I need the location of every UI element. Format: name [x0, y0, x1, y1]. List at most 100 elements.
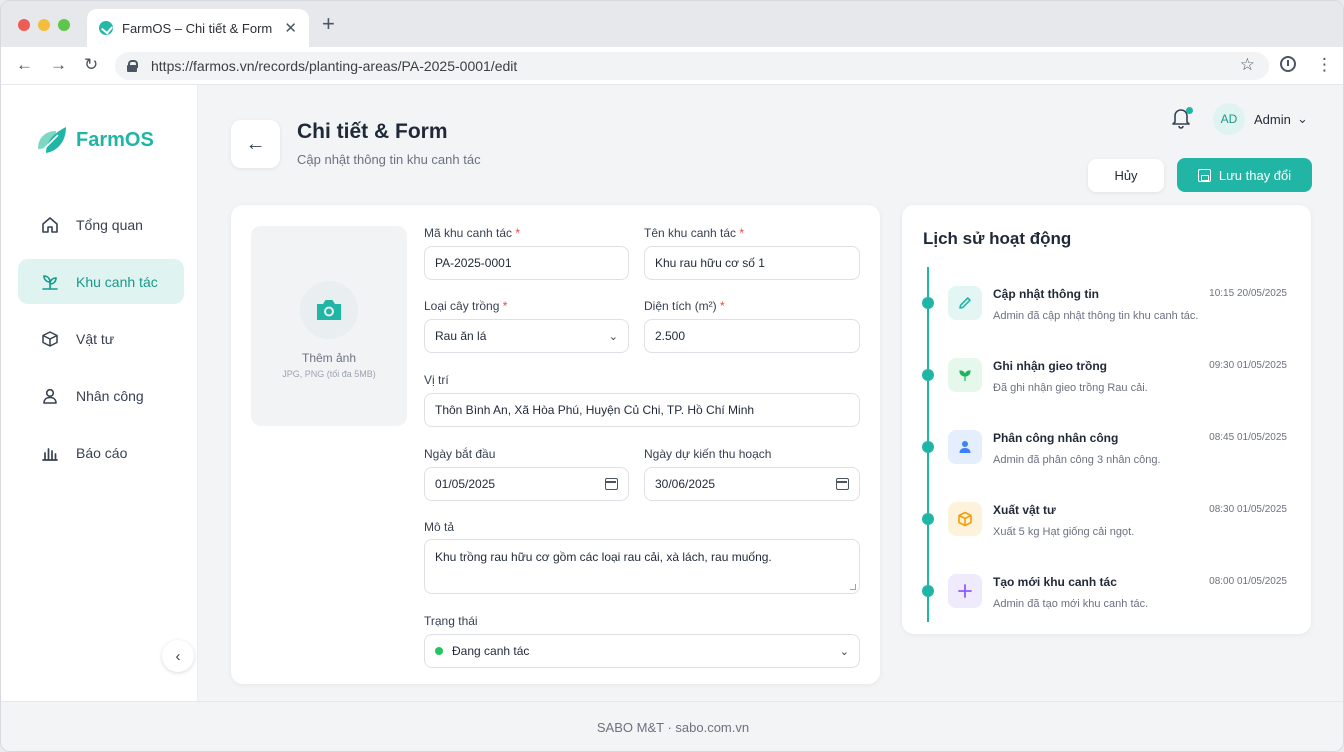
crop-label: Loại cây trồng * [424, 299, 507, 313]
save-button[interactable]: Lưu thay đổi [1177, 158, 1312, 192]
chevron-down-icon[interactable]: ⌄ [1297, 111, 1308, 127]
sidebar-item-supplies[interactable]: Vật tư [18, 316, 184, 361]
planting-area-form: Thêm ảnh JPG, PNG (tối đa 5MB) Mã khu ca… [231, 205, 880, 684]
code-input[interactable]: PA-2025-0001 [424, 246, 629, 280]
status-select[interactable]: Đang canh tác ⌄ [424, 634, 860, 668]
timeline-dot [922, 441, 934, 453]
back-arrow-icon[interactable]: ← [16, 55, 33, 75]
harvest-date-label: Ngày dự kiến thu hoạch [644, 447, 772, 461]
activity-item-desc: Xuất 5 kg Hạt giống cải ngọt. [993, 526, 1135, 538]
url-text: https://farmos.vn/records/planting-areas… [151, 58, 518, 74]
close-tab-icon[interactable]: ✕ [284, 19, 297, 37]
browser-menu-icon[interactable]: ⋮ [1316, 55, 1333, 75]
tab-title: FarmOS – Chi tiết & Form [122, 20, 273, 36]
footer: SABO M&T · sabo.com.vn [1, 701, 1343, 751]
description-value: Khu trồng rau hữu cơ gồm các loại rau cả… [435, 550, 772, 564]
activity-item-time: 09:30 01/05/2025 [1209, 360, 1287, 371]
box-icon [40, 329, 60, 349]
sidebar-item-labor[interactable]: Nhân công [18, 373, 184, 418]
address-bar: ← → ↻ https://farmos.vn/records/planting… [1, 47, 1343, 85]
favicon-icon [99, 21, 113, 35]
activity-item-title: Xuất vật tư [993, 503, 1056, 517]
area-label-text: Diện tích (m²) [644, 299, 717, 313]
logo[interactable]: FarmOS [34, 123, 154, 157]
description-textarea[interactable]: Khu trồng rau hữu cơ gồm các loại rau cả… [424, 539, 860, 594]
activity-item-title: Tạo mới khu canh tác [993, 575, 1117, 589]
close-window-button[interactable] [18, 19, 30, 31]
plant-icon [40, 272, 60, 292]
photo-upload-hint: JPG, PNG (tối đa 5MB) [282, 369, 376, 379]
sidebar-item-reports[interactable]: Báo cáo [18, 430, 184, 475]
sidebar-item-planting-areas[interactable]: Khu canh tác [18, 259, 184, 304]
crop-select[interactable]: Rau ăn lá ⌄ [424, 319, 629, 353]
status-dot [435, 647, 443, 655]
start-date-input[interactable]: 01/05/2025 [424, 467, 629, 501]
name-label-text: Tên khu canh tác [644, 226, 737, 240]
arrow-left-icon: ← [245, 132, 266, 155]
leaf-logo-icon [38, 127, 66, 154]
calendar-icon[interactable] [605, 478, 618, 490]
activity-history-panel: Lịch sử hoạt động Cập nhật thông tin 10:… [902, 205, 1311, 634]
minimize-window-button[interactable] [38, 19, 50, 31]
required-mark: * [502, 299, 508, 313]
activity-item: Ghi nhận gieo trồng 09:30 01/05/2025 Đã … [902, 351, 1311, 411]
start-date-value: 01/05/2025 [435, 477, 496, 491]
page-subtitle: Cập nhật thông tin khu canh tác [297, 152, 481, 167]
package-icon [948, 502, 982, 536]
save-icon [1197, 168, 1211, 182]
avatar[interactable]: AD [1213, 103, 1245, 135]
app: FarmOS Tổng quan Khu canh tác Vật tư Nhâ… [1, 85, 1343, 701]
collapse-sidebar-button[interactable]: ‹ [162, 640, 194, 672]
url-field[interactable]: https://farmos.vn/records/planting-areas… [115, 52, 1269, 80]
location-input[interactable]: Thôn Bình An, Xã Hòa Phú, Huyện Củ Chi, … [424, 393, 860, 427]
reload-icon[interactable]: ↻ [84, 55, 98, 75]
code-value: PA-2025-0001 [435, 256, 512, 270]
plus-icon [948, 574, 982, 608]
chevron-down-icon: ⌄ [839, 645, 849, 658]
location-value: Thôn Bình An, Xã Hòa Phú, Huyện Củ Chi, … [435, 403, 755, 417]
new-tab-button[interactable]: + [322, 13, 335, 35]
location-label: Vị trí [424, 373, 449, 387]
activity-item-desc: Admin đã phân công 3 nhân công. [993, 454, 1161, 466]
notification-bell-icon[interactable] [1171, 107, 1193, 131]
calendar-icon[interactable] [836, 478, 849, 490]
page-title: Chi tiết & Form [297, 120, 448, 143]
home-icon [40, 215, 60, 235]
code-label: Mã khu canh tác * [424, 226, 520, 240]
camera-icon [300, 281, 358, 339]
brand-name: FarmOS [76, 128, 154, 151]
area-label: Diện tích (m²) * [644, 299, 725, 313]
person-icon [948, 430, 982, 464]
activity-item: Phân công nhân công 08:45 01/05/2025 Adm… [902, 423, 1311, 483]
back-button[interactable]: ← [231, 120, 280, 168]
activity-title: Lịch sử hoạt động [923, 229, 1072, 248]
photo-upload[interactable]: Thêm ảnh JPG, PNG (tối đa 5MB) [251, 226, 407, 426]
activity-item-desc: Admin đã tạo mới khu canh tác. [993, 598, 1149, 610]
name-input[interactable]: Khu rau hữu cơ số 1 [644, 246, 860, 280]
activity-item: Cập nhật thông tin 10:15 20/05/2025 Admi… [902, 279, 1311, 339]
activity-item-title: Cập nhật thông tin [993, 287, 1099, 301]
save-button-label: Lưu thay đổi [1218, 167, 1292, 183]
bar-chart-icon [40, 443, 60, 463]
timeline-dot [922, 585, 934, 597]
required-mark: * [739, 226, 745, 240]
harvest-date-input[interactable]: 30/06/2025 [644, 467, 860, 501]
browser-tab[interactable]: FarmOS – Chi tiết & Form ✕ [87, 9, 309, 47]
bookmark-star-icon[interactable]: ☆ [1240, 55, 1255, 75]
extension-icon[interactable] [1280, 56, 1296, 72]
maximize-window-button[interactable] [58, 19, 70, 31]
photo-upload-label: Thêm ảnh [301, 351, 357, 365]
area-input[interactable]: 2.500 [644, 319, 860, 353]
activity-item-title: Ghi nhận gieo trồng [993, 359, 1107, 373]
user-name[interactable]: Admin [1254, 112, 1291, 127]
required-mark: * [515, 226, 521, 240]
sidebar-item-label: Vật tư [76, 330, 115, 347]
cancel-button[interactable]: Hủy [1088, 159, 1164, 192]
resize-handle-icon[interactable] [850, 584, 856, 590]
browser-window: FarmOS – Chi tiết & Form ✕ + ← → ↻ https… [0, 0, 1344, 752]
timeline-dot [922, 297, 934, 309]
sidebar-item-overview[interactable]: Tổng quan [18, 202, 184, 247]
forward-arrow-icon[interactable]: → [50, 55, 67, 75]
notification-dot [1186, 107, 1193, 114]
activity-item: Tạo mới khu canh tác 08:00 01/05/2025 Ad… [902, 567, 1311, 627]
